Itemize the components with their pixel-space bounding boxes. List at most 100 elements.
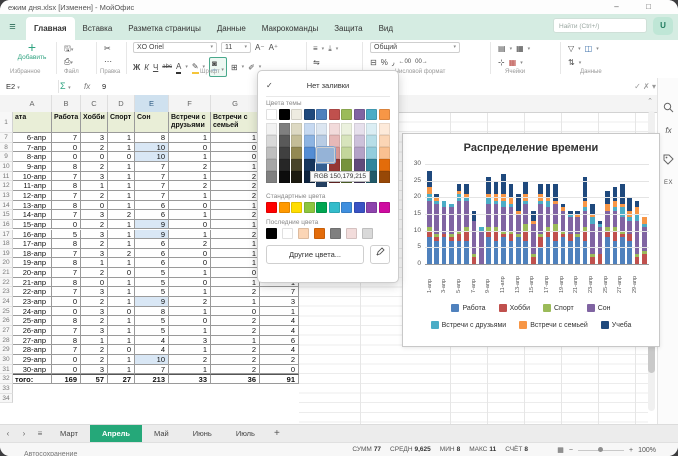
value-cell[interactable]: 1 [81,258,108,268]
date-cell[interactable]: 21-апр [13,278,52,288]
date-cell[interactable]: 18-апр [13,249,52,259]
value-cell[interactable]: 9 [135,230,169,240]
row-number-14[interactable]: 14 [0,201,13,211]
menu-tab-Вид[interactable]: Вид [371,17,401,40]
underline-button[interactable]: Ч [153,62,158,73]
value-cell[interactable]: 2 [81,297,108,307]
value-cell[interactable]: 7 [52,210,81,220]
date-cell[interactable]: 29-апр [13,355,52,365]
value-cell[interactable]: 7 [52,133,81,143]
recent-color-swatch[interactable] [282,228,293,239]
value-cell[interactable]: 1 [169,191,211,201]
value-cell[interactable]: 3 [81,249,108,259]
value-cell[interactable]: 7 [135,172,169,182]
recent-color-swatch[interactable] [330,228,341,239]
theme-color-swatch[interactable] [266,109,277,120]
value-cell[interactable]: 6 [135,239,169,249]
format-painter-button[interactable]: ✐ [248,62,255,73]
variant-color-swatch[interactable] [329,123,340,135]
menu-tab-Макрокоманды[interactable]: Макрокоманды [254,17,326,40]
value-cell[interactable]: 0 [169,258,211,268]
value-cell[interactable]: 7 [52,172,81,182]
comma-style-button[interactable]: ٫ [392,57,395,68]
theme-color-swatch[interactable] [329,109,340,120]
variant-color-swatch[interactable] [291,159,302,171]
chart-bar-18-апр[interactable] [553,184,558,264]
theme-color-swatch[interactable] [341,109,352,120]
percent-style-button[interactable]: % [381,57,388,68]
value-cell[interactable]: 0 [169,143,211,153]
chart-bar-11-апр[interactable] [501,174,506,264]
sheet-tab-Май[interactable]: Май [142,425,181,443]
value-cell[interactable]: 3 [81,230,108,240]
row-number-17[interactable]: 17 [0,230,13,240]
value-cell[interactable]: 7 [135,162,169,172]
value-cell[interactable]: 5 [135,316,169,326]
variant-color-swatch[interactable] [304,123,315,135]
sheet-tab-Апрель[interactable]: Апрель [90,425,142,443]
variant-color-swatch[interactable] [291,135,302,147]
variant-color-swatch[interactable] [366,123,377,135]
value-cell[interactable]: 1 [169,365,211,375]
value-cell[interactable]: 0 [169,249,211,259]
chart-bar-3-апр[interactable] [442,201,447,264]
minimize-button[interactable]: – [612,3,621,11]
value-cell[interactable]: 1 [260,307,299,317]
value-cell[interactable]: 1 [211,278,260,288]
value-cell[interactable]: 9 [135,220,169,230]
other-colors-button[interactable]: Другие цвета... [266,245,364,264]
standard-color-swatch[interactable] [266,202,277,213]
sum-icon[interactable]: Σ ▾ [60,80,71,95]
value-cell[interactable]: 0 [169,278,211,288]
value-cell[interactable]: 1 [108,220,135,230]
value-cell[interactable]: 7 [135,181,169,191]
value-cell[interactable]: 2 [81,143,108,153]
value-cell[interactable]: 2 [81,239,108,249]
theme-color-swatch[interactable] [279,109,290,120]
sheet-list-icon[interactable]: ≡ [32,425,48,443]
named-ranges-icon[interactable] [661,152,676,167]
chart-bar-10-апр[interactable] [494,181,499,264]
row-number-20[interactable]: 20 [0,258,13,268]
horizontal-align-button[interactable]: ≡ [313,43,318,54]
search-input[interactable]: Найти (Ctrl+/) [553,18,647,33]
value-cell[interactable]: 0 [81,201,108,211]
date-cell[interactable]: 12-апр [13,191,52,201]
chart-bar-15-апр[interactable] [531,211,536,264]
value-cell[interactable]: 1 [211,249,260,259]
sort-button[interactable]: ⇅ [568,57,575,68]
increase-decimal-button[interactable]: 00→ [415,57,428,68]
value-cell[interactable]: 6 [260,336,299,346]
value-cell[interactable]: 1 [211,201,260,211]
recent-color-swatch[interactable] [362,228,373,239]
value-cell[interactable]: 1 [108,297,135,307]
value-cell[interactable]: 0 [211,268,260,278]
extensions-icon[interactable]: ЕХ [661,180,676,195]
value-cell[interactable]: 0 [108,307,135,317]
value-cell[interactable]: 2 [211,230,260,240]
value-cell[interactable]: 1 [169,172,211,182]
chart-bar-8-апр[interactable] [479,227,484,264]
value-cell[interactable]: 2 [169,162,211,172]
value-cell[interactable]: 1 [81,336,108,346]
theme-color-swatch[interactable] [304,109,315,120]
row-number-29[interactable]: 29 [0,345,13,355]
row-number-13[interactable]: 13 [0,191,13,201]
value-cell[interactable]: 2 [211,345,260,355]
row-number-10[interactable]: 10 [0,162,13,172]
value-cell[interactable]: 0 [260,365,299,375]
value-cell[interactable]: 0 [52,355,81,365]
chart-bar-12-апр[interactable] [509,184,514,264]
value-cell[interactable]: 1 [108,258,135,268]
value-cell[interactable]: 1 [169,230,211,240]
menu-tab-Защита[interactable]: Защита [326,17,370,40]
chart-bar-30-апр[interactable] [642,217,647,264]
menu-tab-Вставка[interactable]: Вставка [75,17,121,40]
value-cell[interactable]: 0 [52,143,81,153]
row-number-30[interactable]: 30 [0,355,13,365]
value-cell[interactable]: 7 [52,326,81,336]
column-header-G[interactable]: G [211,95,260,112]
column-header-C[interactable]: C [81,95,108,112]
chart-bar-1-апр[interactable] [427,171,432,264]
variant-color-swatch[interactable] [379,147,390,159]
